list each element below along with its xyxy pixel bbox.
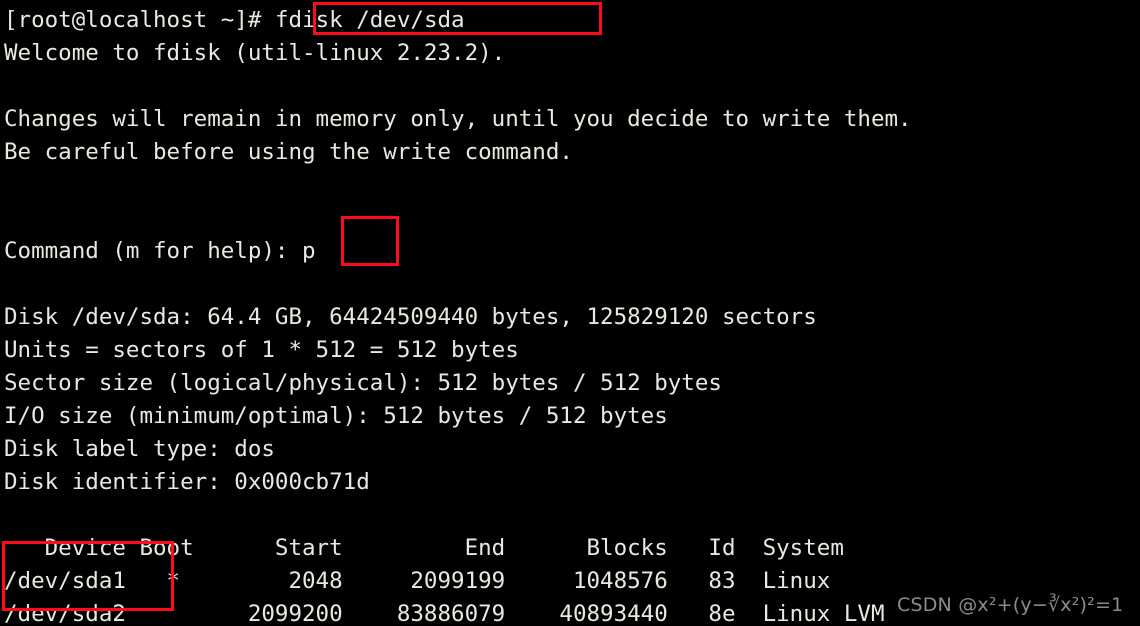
disk-units-line: Units = sectors of 1 * 512 = 512 bytes <box>4 337 519 363</box>
blank-line-2 <box>4 169 1136 202</box>
command-input-p[interactable]: p <box>302 238 316 264</box>
welcome-line: Welcome to fdisk (util-linux 2.23.2). <box>4 40 506 66</box>
partition-table-header: Device Boot Start End Blocks Id System <box>4 535 844 561</box>
disk-size-line: Disk /dev/sda: 64.4 GB, 64424509440 byte… <box>4 304 817 330</box>
blank-line-1 <box>4 70 1136 103</box>
blank-line-5 <box>4 499 1136 532</box>
disk-label-type-line: Disk label type: dos <box>4 436 275 462</box>
warning-line-1: Changes will remain in memory only, unti… <box>4 106 912 132</box>
table-row: /dev/sda2 2099200 83886079 40893440 8e L… <box>4 601 885 626</box>
prompt-line: [root@localhost ~]# fdisk /dev/sda <box>4 4 1136 37</box>
terminal-screen: [root@localhost ~]# fdisk /dev/sda Welco… <box>4 4 1136 626</box>
shell-prompt: [root@localhost ~]# <box>4 7 275 33</box>
warning-line-2: Be careful before using the write comman… <box>4 139 573 165</box>
disk-sector-size-line: Sector size (logical/physical): 512 byte… <box>4 370 722 396</box>
blank-line-3 <box>4 202 1136 235</box>
table-row: /dev/sda1 * 2048 2099199 1048576 83 Linu… <box>4 568 831 594</box>
command-prompt-line: Command (m for help): p <box>4 235 1136 268</box>
fdisk-command[interactable]: fdisk /dev/sda <box>275 7 465 33</box>
terminal-window: [root@localhost ~]# fdisk /dev/sda Welco… <box>0 0 1140 626</box>
command-prompt-label: Command (m for help): <box>4 238 303 264</box>
blank-line-4 <box>4 268 1136 301</box>
disk-identifier-line: Disk identifier: 0x000cb71d <box>4 469 370 495</box>
disk-io-size-line: I/O size (minimum/optimal): 512 bytes / … <box>4 403 668 429</box>
